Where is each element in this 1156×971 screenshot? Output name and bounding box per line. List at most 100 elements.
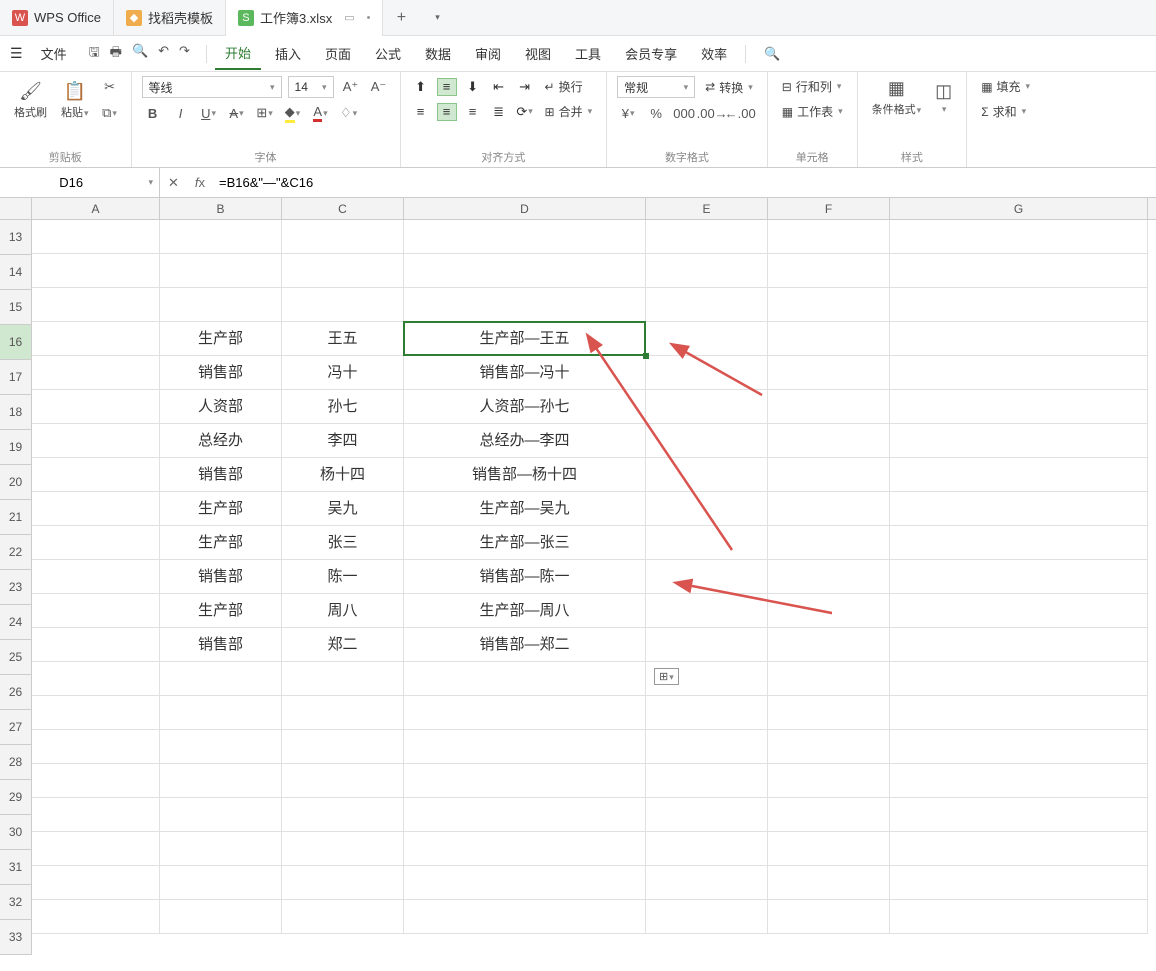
cell-C29[interactable] — [282, 764, 404, 798]
row-header-20[interactable]: 20 — [0, 465, 32, 500]
cell-E28[interactable] — [646, 730, 768, 764]
comma-button[interactable]: 000 — [673, 102, 695, 124]
save-icon[interactable]: 🖫 — [89, 43, 100, 65]
cell-F31[interactable] — [768, 832, 890, 866]
cell-E19[interactable] — [646, 424, 768, 458]
format-painter-button[interactable]: 🖌格式刷 — [10, 79, 51, 122]
cell-G23[interactable] — [890, 560, 1148, 594]
cell-D25[interactable]: 销售部—郑二 — [404, 628, 646, 662]
hamburger-icon[interactable]: ☰ — [10, 45, 23, 62]
align-center-button[interactable]: ≡ — [437, 103, 457, 121]
paste-button[interactable]: 📋粘贴▾ — [57, 79, 93, 122]
cell-E25[interactable] — [646, 628, 768, 662]
search-icon[interactable]: 🔍 — [754, 46, 790, 62]
cell-E33[interactable] — [646, 900, 768, 934]
cell-A20[interactable] — [32, 458, 160, 492]
cell-B27[interactable] — [160, 696, 282, 730]
cell-F22[interactable] — [768, 526, 890, 560]
cell-A21[interactable] — [32, 492, 160, 526]
increase-font-button[interactable]: A⁺ — [340, 76, 362, 98]
cell-F14[interactable] — [768, 254, 890, 288]
row-header-16[interactable]: 16 — [0, 325, 32, 360]
cell-B25[interactable]: 销售部 — [160, 628, 282, 662]
cell-B21[interactable]: 生产部 — [160, 492, 282, 526]
cell-D16[interactable]: 生产部—王五 — [404, 322, 646, 356]
tab-templates[interactable]: ◆找稻壳模板 — [114, 0, 226, 36]
cell-A17[interactable] — [32, 356, 160, 390]
phonetic-button[interactable]: ♢▾ — [338, 102, 360, 124]
cell-A25[interactable] — [32, 628, 160, 662]
cell-D15[interactable] — [404, 288, 646, 322]
dec-inc-button[interactable]: .00→ — [701, 102, 723, 124]
menu-home[interactable]: 开始 — [215, 37, 261, 70]
fill-button[interactable]: ▦填充▾ — [977, 76, 1034, 97]
cell-D30[interactable] — [404, 798, 646, 832]
cell-E23[interactable] — [646, 560, 768, 594]
cut-button[interactable]: ✂ — [99, 76, 121, 98]
cell-G22[interactable] — [890, 526, 1148, 560]
cell-D27[interactable] — [404, 696, 646, 730]
cell-C22[interactable]: 张三 — [282, 526, 404, 560]
cell-D31[interactable] — [404, 832, 646, 866]
cell-F19[interactable] — [768, 424, 890, 458]
cell-B20[interactable]: 销售部 — [160, 458, 282, 492]
cell-B15[interactable] — [160, 288, 282, 322]
cell-D20[interactable]: 销售部—杨十四 — [404, 458, 646, 492]
row-header-23[interactable]: 23 — [0, 570, 32, 605]
cell-A32[interactable] — [32, 866, 160, 900]
currency-button[interactable]: ¥▾ — [617, 102, 639, 124]
cell-D26[interactable] — [404, 662, 646, 696]
worksheet-button[interactable]: ▦工作表▾ — [778, 101, 847, 122]
cell-B22[interactable]: 生产部 — [160, 526, 282, 560]
col-header-B[interactable]: B — [160, 198, 282, 219]
cell-A24[interactable] — [32, 594, 160, 628]
cell-E16[interactable] — [646, 322, 768, 356]
row-header-18[interactable]: 18 — [0, 395, 32, 430]
tab-more-icon[interactable]: • — [367, 12, 371, 24]
menu-data[interactable]: 数据 — [415, 38, 461, 69]
cell-F29[interactable] — [768, 764, 890, 798]
cell-E32[interactable] — [646, 866, 768, 900]
cell-E18[interactable] — [646, 390, 768, 424]
cell-C17[interactable]: 冯十 — [282, 356, 404, 390]
cell-G31[interactable] — [890, 832, 1148, 866]
cell-D17[interactable]: 销售部—冯十 — [404, 356, 646, 390]
row-header-21[interactable]: 21 — [0, 500, 32, 535]
cell-E15[interactable] — [646, 288, 768, 322]
cell-B19[interactable]: 总经办 — [160, 424, 282, 458]
cell-F30[interactable] — [768, 798, 890, 832]
row-header-24[interactable]: 24 — [0, 605, 32, 640]
dec-dec-button[interactable]: ←.00 — [729, 102, 751, 124]
cell-B23[interactable]: 销售部 — [160, 560, 282, 594]
cell-D28[interactable] — [404, 730, 646, 764]
cell-G24[interactable] — [890, 594, 1148, 628]
cell-D29[interactable] — [404, 764, 646, 798]
cell-A23[interactable] — [32, 560, 160, 594]
cell-G32[interactable] — [890, 866, 1148, 900]
cell-B33[interactable] — [160, 900, 282, 934]
cell-A30[interactable] — [32, 798, 160, 832]
cell-C33[interactable] — [282, 900, 404, 934]
cell-F28[interactable] — [768, 730, 890, 764]
cell-C20[interactable]: 杨十四 — [282, 458, 404, 492]
tab-menu-button[interactable]: ▾ — [419, 12, 455, 23]
cell-E29[interactable] — [646, 764, 768, 798]
cell-B18[interactable]: 人资部 — [160, 390, 282, 424]
wrap-text-button[interactable]: ↵换行 — [541, 76, 587, 97]
align-middle-button[interactable]: ≡ — [437, 78, 457, 96]
cell-G13[interactable] — [890, 220, 1148, 254]
cell-E30[interactable] — [646, 798, 768, 832]
tab-workbook[interactable]: S工作簿3.xlsx▭• — [226, 0, 384, 36]
undo-icon[interactable]: ↶ — [158, 43, 169, 65]
cell-D13[interactable] — [404, 220, 646, 254]
number-format-combo[interactable]: 常规▾ — [617, 76, 695, 98]
autofill-options-button[interactable]: ⊞▾ — [654, 668, 679, 685]
row-header-30[interactable]: 30 — [0, 815, 32, 850]
cell-D21[interactable]: 生产部—吴九 — [404, 492, 646, 526]
cell-A31[interactable] — [32, 832, 160, 866]
cell-E20[interactable] — [646, 458, 768, 492]
cell-G26[interactable] — [890, 662, 1148, 696]
tab-wps-office[interactable]: WWPS Office — [0, 0, 114, 36]
cell-F16[interactable] — [768, 322, 890, 356]
row-header-29[interactable]: 29 — [0, 780, 32, 815]
